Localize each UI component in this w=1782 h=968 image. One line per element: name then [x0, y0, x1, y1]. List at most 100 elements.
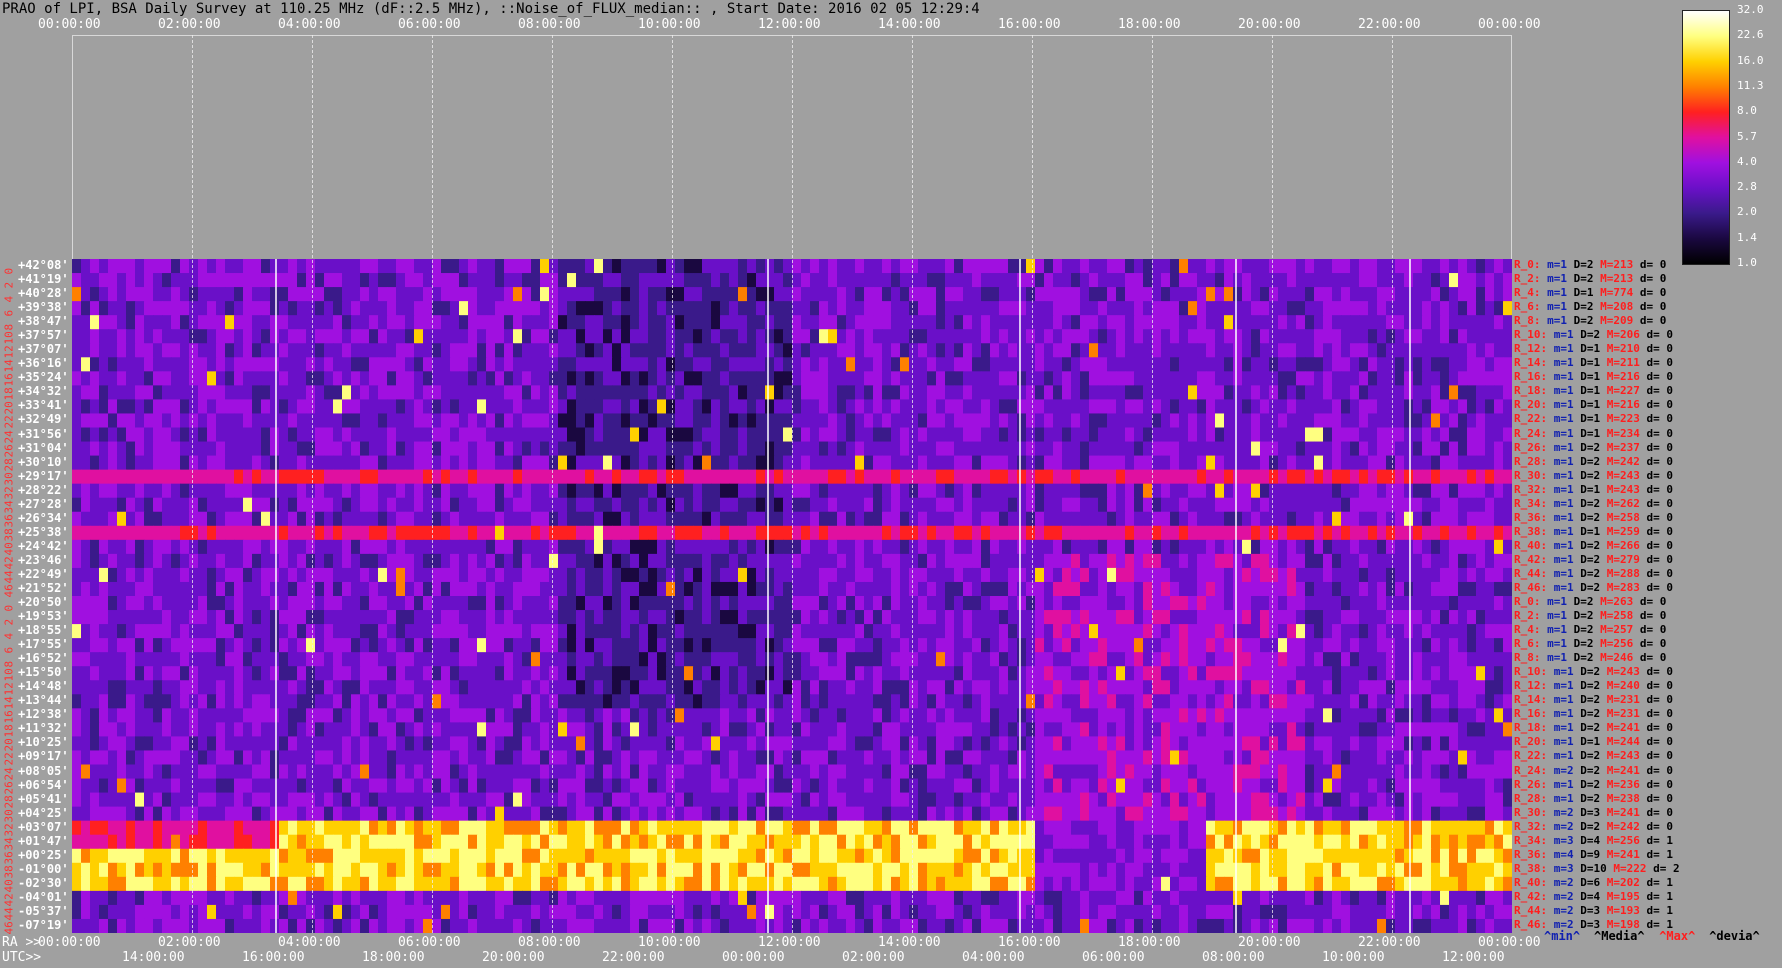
heat-cell	[1278, 441, 1288, 457]
heat-cell	[1449, 427, 1459, 443]
heat-cell	[1080, 329, 1090, 344]
heat-cell	[954, 680, 964, 695]
heat-cell	[981, 301, 991, 316]
heat-cell	[297, 259, 307, 274]
heat-cell	[315, 680, 325, 695]
heat-cell	[108, 610, 118, 625]
top-tick-label: 16:00:00	[998, 17, 1061, 32]
heat-cell	[495, 511, 505, 527]
heat-cell	[1350, 596, 1360, 611]
heat-cell	[72, 624, 82, 639]
heat-cell	[261, 497, 271, 513]
heat-cell	[873, 624, 883, 639]
heat-cell	[378, 610, 388, 625]
heat-cell	[1332, 441, 1342, 457]
heat-cell	[981, 273, 991, 288]
heat-cell	[1395, 441, 1405, 457]
heat-cell	[180, 694, 190, 709]
heat-cell	[720, 371, 730, 386]
heat-cell	[765, 427, 775, 443]
heat-cell	[864, 525, 874, 541]
heat-cell	[891, 652, 901, 667]
heat-cell	[1377, 610, 1387, 625]
heat-cell	[1098, 469, 1108, 485]
heat-cell	[621, 567, 631, 583]
heat-cell	[945, 441, 955, 457]
heat-cell	[288, 385, 298, 401]
heat-cell	[1125, 259, 1135, 274]
heat-cell	[225, 581, 235, 597]
heat-cell	[81, 539, 91, 555]
heat-cell	[1467, 581, 1477, 597]
heat-cell	[1350, 567, 1360, 583]
heat-cell	[999, 413, 1009, 429]
heat-cell	[1404, 427, 1414, 443]
heat-cell	[756, 497, 766, 513]
heat-cell	[1314, 469, 1324, 485]
heat-cell	[873, 427, 883, 443]
heat-cell	[117, 357, 127, 372]
heat-cell	[882, 287, 892, 302]
heat-cell	[288, 329, 298, 344]
heat-cell	[1188, 315, 1198, 330]
heat-cell	[891, 638, 901, 653]
heat-cell	[1224, 610, 1234, 625]
heat-cell	[1458, 413, 1468, 429]
heat-cell	[747, 399, 757, 415]
heat-cell	[1467, 343, 1477, 358]
heat-cell	[459, 624, 469, 639]
heat-cell	[981, 511, 991, 527]
heat-cell	[1197, 455, 1207, 471]
heat-cell	[1125, 357, 1135, 372]
heat-cell	[270, 329, 280, 344]
heat-cell	[612, 259, 622, 274]
heat-cell	[288, 259, 298, 274]
heat-cell	[954, 315, 964, 330]
heat-cell	[432, 497, 442, 513]
heat-cell	[432, 385, 442, 401]
heat-cell	[558, 525, 568, 541]
heat-cell	[288, 525, 298, 541]
heat-cell	[1467, 567, 1477, 583]
heat-cell	[315, 553, 325, 569]
heat-cell	[909, 455, 919, 471]
heat-cell	[1260, 301, 1270, 316]
heat-cell	[873, 610, 883, 625]
heat-cell	[972, 624, 982, 639]
heat-cell	[747, 287, 757, 302]
heat-cell	[720, 301, 730, 316]
heat-cell	[594, 259, 604, 274]
heat-cell	[567, 441, 577, 457]
heat-cell	[135, 413, 145, 429]
heat-cell	[441, 259, 451, 274]
heat-cell	[288, 287, 298, 302]
heat-cell	[81, 469, 91, 485]
heat-cell	[747, 525, 757, 541]
heat-cell	[819, 315, 829, 330]
heat-cell	[1188, 497, 1198, 513]
heat-cell	[909, 273, 919, 288]
heat-cell	[675, 666, 685, 681]
heat-cell	[612, 638, 622, 653]
heat-cell	[405, 624, 415, 639]
heat-cell	[1395, 666, 1405, 681]
heat-cell	[1287, 455, 1297, 471]
heat-cell	[414, 455, 424, 471]
heat-cell	[1107, 427, 1117, 443]
heat-cell	[594, 413, 604, 429]
heat-cell	[738, 652, 748, 667]
heat-cell	[918, 329, 928, 344]
heat-cell	[450, 581, 460, 597]
heat-cell	[927, 539, 937, 555]
heat-cell	[468, 638, 478, 653]
heat-cell	[1242, 427, 1252, 443]
heat-cell	[711, 399, 721, 415]
heat-cell	[846, 287, 856, 302]
heat-cell	[882, 581, 892, 597]
heat-cell	[441, 441, 451, 457]
heat-cell	[1287, 567, 1297, 583]
heat-cell	[180, 596, 190, 611]
heat-cell	[1179, 301, 1189, 316]
heat-cell	[486, 329, 496, 344]
heat-cell	[891, 624, 901, 639]
